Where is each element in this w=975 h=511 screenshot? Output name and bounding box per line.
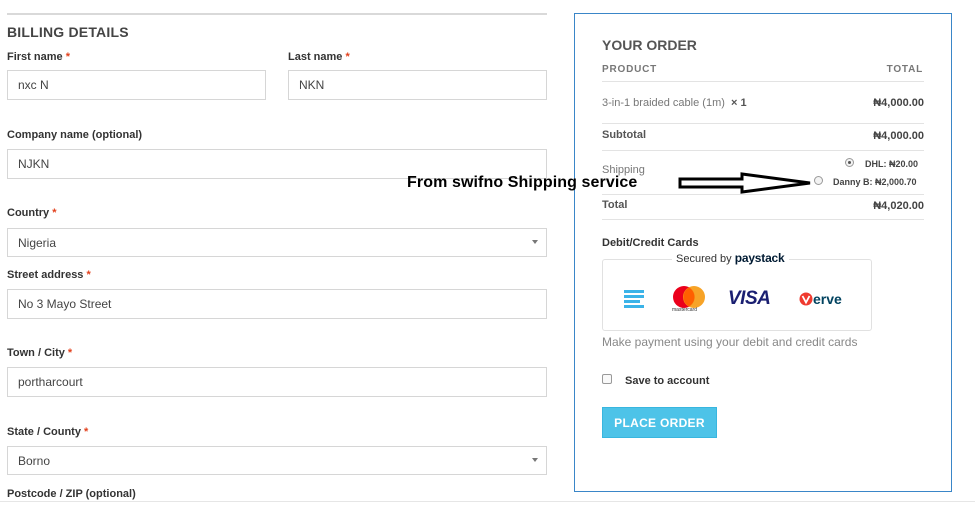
billing-details-section: BILLING DETAILS First name * nxc N Last …	[0, 0, 560, 511]
total-label: Total	[602, 199, 628, 211]
first-name-label: First name *	[7, 51, 70, 63]
shipping-radio-danny-b[interactable]	[814, 176, 823, 185]
verve-v-icon	[799, 292, 813, 306]
secured-by-paystack: Secured by paystack	[672, 251, 789, 265]
country-label: Country *	[7, 207, 57, 219]
subtotal-value: ₦4,000.00	[873, 130, 924, 142]
postcode-label: Postcode / ZIP (optional)	[7, 488, 136, 500]
divider	[602, 219, 924, 220]
street-label: Street address *	[7, 269, 91, 281]
shipping-option-danny-b: Danny B: ₦2,000.70	[833, 177, 917, 187]
last-name-value: NKN	[299, 78, 325, 92]
divider	[602, 123, 924, 124]
save-to-account-checkbox[interactable]	[602, 374, 612, 384]
first-name-value: nxc N	[18, 78, 49, 92]
annotation-arrow-icon	[678, 172, 811, 194]
annotation-text: From swifno Shipping service	[407, 174, 638, 191]
total-column-header: TOTAL	[886, 64, 923, 75]
shipping-radio-dhl[interactable]	[845, 158, 854, 167]
order-item-total: ₦4,000.00	[873, 97, 924, 109]
country-value: Nigeria	[18, 235, 57, 250]
subtotal-label: Subtotal	[602, 129, 646, 141]
company-label: Company name (optional)	[7, 129, 143, 141]
state-value: Borno	[18, 453, 51, 468]
place-order-button[interactable]: PLACE ORDER	[602, 407, 717, 438]
shipping-option-dhl: DHL: ₦20.00	[865, 159, 919, 169]
street-input[interactable]: No 3 Mayo Street	[7, 289, 547, 319]
town-label: Town / City *	[7, 347, 73, 359]
mastercard-text: mastercard	[672, 307, 698, 313]
first-name-input[interactable]: nxc N	[7, 70, 266, 100]
payment-description: Make payment using your debit and credit…	[602, 335, 858, 349]
verve-text: erve	[813, 291, 842, 307]
company-value: NJKN	[18, 157, 50, 171]
mastercard-logo: mastercard	[670, 285, 710, 317]
last-name-input[interactable]: NKN	[288, 70, 547, 100]
total-value: ₦4,020.00	[873, 200, 924, 212]
state-select[interactable]: Borno	[7, 446, 547, 475]
town-value: portharcourt	[18, 375, 83, 389]
order-item-name: 3-in-1 braided cable (1m) × 1	[602, 97, 747, 109]
divider	[602, 81, 924, 82]
chevron-down-icon	[532, 240, 538, 244]
chevron-down-icon	[532, 458, 538, 462]
paystack-logo-icon	[624, 290, 644, 308]
page-divider	[0, 501, 975, 502]
state-label: State / County *	[7, 426, 89, 438]
verve-logo: erve	[799, 290, 849, 310]
street-value: No 3 Mayo Street	[18, 297, 112, 311]
mastercard-icon	[673, 286, 705, 308]
billing-title: BILLING DETAILS	[7, 24, 129, 40]
order-title: YOUR ORDER	[602, 37, 697, 53]
payment-method-label: Debit/Credit Cards	[602, 237, 699, 249]
section-divider	[7, 13, 547, 15]
product-column-header: PRODUCT	[602, 64, 658, 75]
visa-logo: VISA	[728, 288, 771, 309]
country-select[interactable]: Nigeria	[7, 228, 547, 257]
town-input[interactable]: portharcourt	[7, 367, 547, 397]
last-name-label: Last name *	[288, 51, 350, 63]
divider	[602, 150, 924, 151]
save-to-account-label: Save to account	[625, 375, 710, 387]
